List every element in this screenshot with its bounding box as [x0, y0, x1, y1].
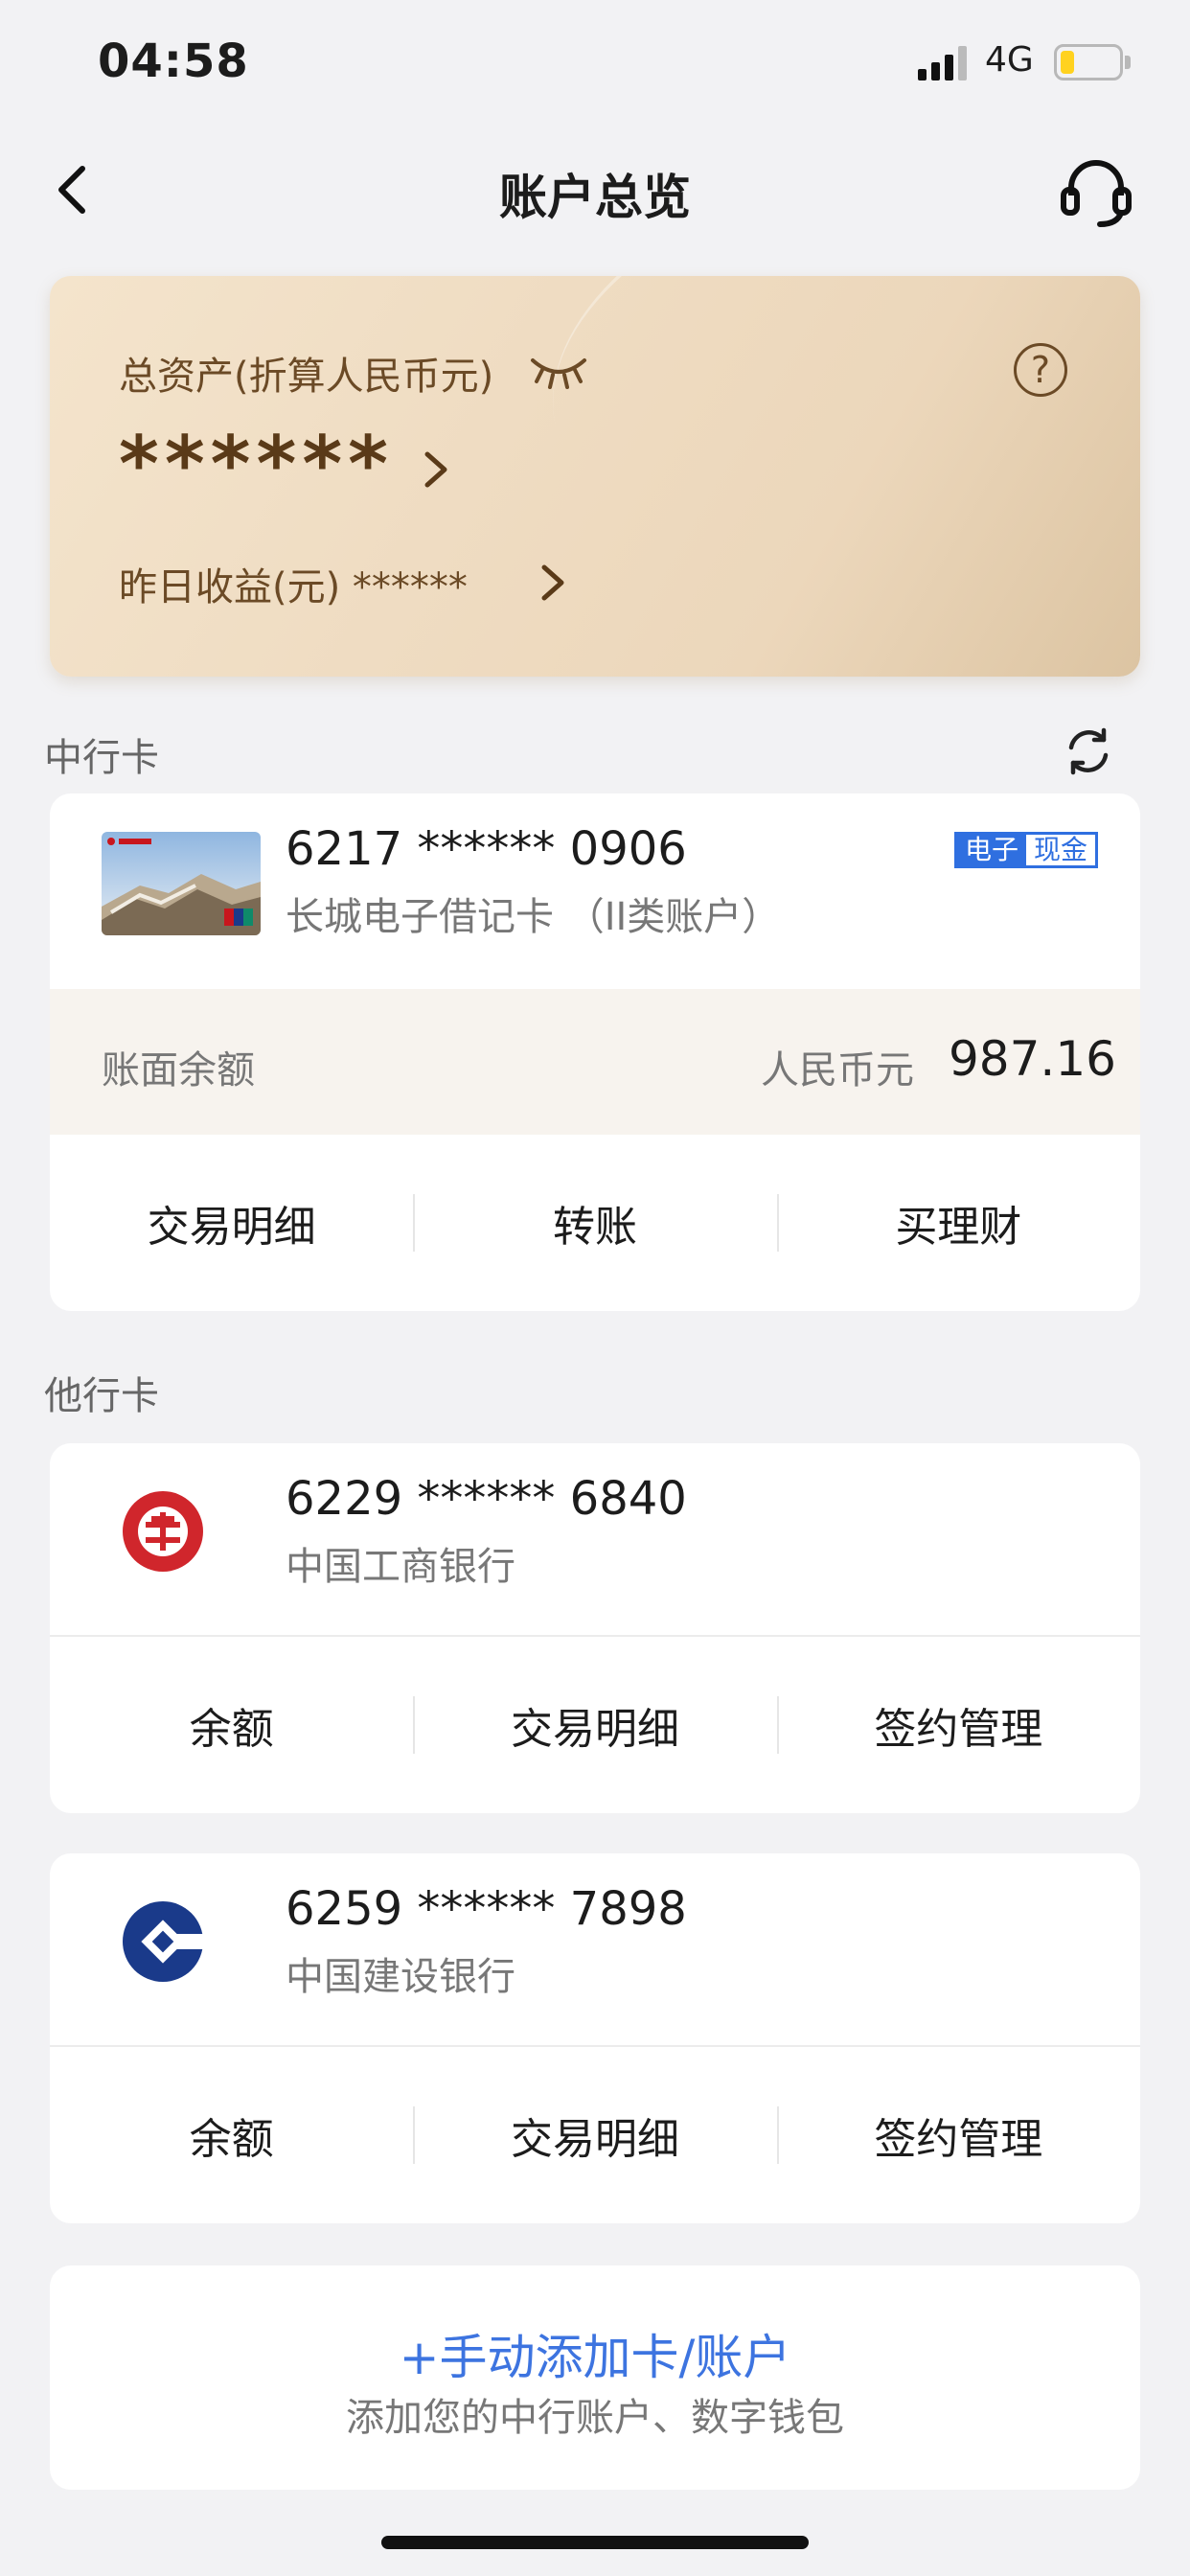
transaction-details-button[interactable]: 交易明细	[413, 1694, 776, 1756]
balance-label: 账面余额	[102, 1048, 255, 1092]
transaction-details-button[interactable]: 交易明细	[50, 1192, 413, 1254]
add-account-card[interactable]: +手动添加卡/账户 添加您的中行账户、数字钱包	[50, 2266, 1140, 2490]
icbc-bank-name: 中国工商银行	[286, 1545, 515, 1589]
boc-card[interactable]: 6217 ****** 0906 长城电子借记卡 （II类账户） 电子 现金 账…	[50, 794, 1140, 1311]
icbc-card-actions: 余额 交易明细 签约管理	[50, 1637, 1140, 1813]
ecash-badge-right: 现金	[1034, 834, 1088, 865]
other-banks-section-title: 他行卡	[44, 1374, 159, 1418]
add-account-subtitle: 添加您的中行账户、数字钱包	[346, 2396, 844, 2440]
refresh-icon[interactable]	[1062, 724, 1115, 778]
boc-card-number: 6217 ****** 0906	[286, 822, 687, 876]
status-time: 04:58	[98, 34, 249, 88]
balance-amount: 987.16	[949, 1031, 1116, 1087]
buy-wealth-button[interactable]: 买理财	[777, 1192, 1140, 1254]
ccb-logo-icon	[123, 1901, 207, 1982]
ccb-bank-name: 中国建设银行	[286, 1955, 515, 1999]
transaction-details-button[interactable]: 交易明细	[413, 2104, 776, 2166]
balance-button[interactable]: 余额	[50, 2104, 413, 2166]
signal-icon	[918, 46, 967, 80]
customer-service-icon[interactable]	[1058, 153, 1134, 230]
icbc-card-number: 6229 ****** 6840	[286, 1472, 687, 1526]
total-assets-label: 总资产(折算人民币元)	[119, 355, 494, 399]
yesterday-earnings: 昨日收益(元) ******	[119, 565, 468, 610]
boc-card-type: 长城电子借记卡 （II类账户）	[286, 895, 781, 939]
boc-section-title: 中行卡	[44, 736, 159, 780]
total-assets-value: ******	[119, 420, 395, 509]
battery-icon	[1054, 44, 1123, 80]
ecash-badge: 电子 现金	[954, 832, 1099, 868]
balance-row: 账面余额 人民币元 987.16	[50, 989, 1140, 1135]
ccb-card-actions: 余额 交易明细 签约管理	[50, 2047, 1140, 2223]
balance-button[interactable]: 余额	[50, 1694, 413, 1756]
total-assets-card[interactable]: 总资产(折算人民币元) ? ****** 昨日收益(元) ******	[50, 276, 1140, 677]
add-account-button[interactable]: +手动添加卡/账户	[50, 2319, 1140, 2388]
page-title: 账户总览	[499, 170, 691, 225]
network-type: 4G	[985, 40, 1034, 80]
great-wall-card-image	[102, 832, 261, 935]
icbc-card[interactable]: 6229 ****** 6840 中国工商银行 余额 交易明细 签约管理	[50, 1443, 1140, 1813]
transfer-button[interactable]: 转账	[413, 1192, 776, 1254]
contract-management-button[interactable]: 签约管理	[777, 2104, 1140, 2166]
home-indicator[interactable]	[381, 2536, 809, 2549]
ecash-badge-left: 电子	[957, 835, 1027, 865]
ccb-card-number: 6259 ****** 7898	[286, 1882, 687, 1936]
eye-closed-icon[interactable]	[529, 351, 588, 389]
contract-management-button[interactable]: 签约管理	[777, 1694, 1140, 1756]
ccb-card[interactable]: 6259 ****** 7898 中国建设银行 余额 交易明细 签约管理	[50, 1853, 1140, 2223]
balance-currency: 人民币元	[761, 1048, 914, 1092]
help-icon[interactable]: ?	[1014, 343, 1067, 397]
icbc-logo-icon	[123, 1491, 203, 1572]
chevron-right-icon[interactable]	[538, 562, 567, 604]
boc-card-actions: 交易明细 转账 买理财	[50, 1135, 1140, 1311]
chevron-right-icon[interactable]	[422, 448, 450, 491]
battery-tip	[1125, 56, 1131, 69]
